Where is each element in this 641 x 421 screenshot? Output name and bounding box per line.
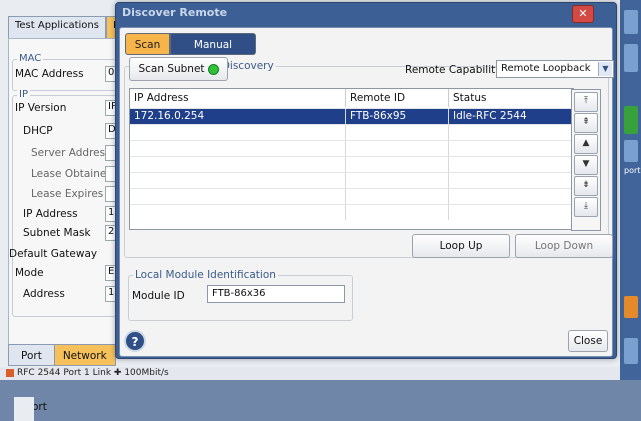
loop-up-button[interactable]: Loop Up: [412, 234, 510, 258]
cell-ip-address: 172.16.0.254: [130, 109, 346, 124]
empty-cell: [130, 205, 346, 220]
lease-obtained-label: Lease Obtained: [31, 168, 114, 180]
mac-group-label: MAC: [17, 53, 44, 64]
loop-down-button[interactable]: Loop Down: [515, 234, 613, 258]
empty-cell: [346, 157, 449, 172]
dialog-body: Scan Manual Selection Remote Modules Dis…: [119, 27, 614, 357]
remote-capability-select[interactable]: Remote Loopback ▼: [496, 60, 614, 78]
empty-cell: [346, 141, 449, 156]
right-port-label: port: [624, 166, 641, 175]
tab-test-applications[interactable]: Test Applications: [8, 16, 106, 38]
ip-group-label: IP: [17, 89, 30, 100]
gateway-address-label: Address: [23, 288, 65, 300]
empty-cell: [346, 205, 449, 220]
right-toolbar-button-2[interactable]: [624, 44, 638, 72]
scan-subnet-button[interactable]: Scan Subnet: [129, 57, 228, 81]
table-row-empty[interactable]: [130, 140, 571, 156]
lease-expires-label: Lease Expires: [31, 188, 104, 200]
empty-cell: [346, 189, 449, 204]
remote-modules-table: IP Address Remote ID Status 172.16.0.254…: [129, 88, 574, 230]
close-button[interactable]: Close: [568, 330, 608, 352]
status-text: RFC 2544 Port 1 Link ✚ 100Mbit/s: [17, 368, 169, 378]
right-toolbar-button-port[interactable]: [624, 140, 638, 162]
module-id-label: Module ID: [132, 290, 185, 302]
table-row-empty[interactable]: [130, 204, 571, 220]
table-row-empty[interactable]: [130, 156, 571, 172]
default-gateway-label: Default Gateway: [9, 248, 98, 260]
empty-cell: [130, 157, 346, 172]
network-settings-panel: MAC MAC Address 00 IP IP Version IP DHCP…: [8, 38, 123, 358]
empty-cell: [130, 173, 346, 188]
empty-cell: [130, 189, 346, 204]
empty-cell: [346, 125, 449, 140]
server-address-label: Server Address: [31, 147, 111, 159]
tab-port[interactable]: Port: [8, 344, 55, 366]
page-up-icon[interactable]: ⇞: [574, 113, 598, 133]
scroll-bottom-icon[interactable]: ⤓: [574, 197, 598, 217]
help-icon[interactable]: ?: [124, 330, 146, 352]
cell-status: Idle-RFC 2544: [453, 110, 527, 122]
cell-remote-id: FTB-86x95: [346, 109, 449, 124]
table-row[interactable]: 172.16.0.254 FTB-86x95 Idle-RFC 2544: [130, 108, 571, 124]
close-icon[interactable]: ✕: [572, 5, 594, 23]
module-id-field[interactable]: FTB-86x36: [207, 285, 345, 303]
column-header-status[interactable]: Status: [449, 89, 571, 107]
tab-network[interactable]: Network: [54, 344, 116, 366]
right-toolbar-button-1[interactable]: [624, 10, 638, 34]
scroll-down-icon[interactable]: ▼: [574, 155, 598, 175]
mode-label: Mode: [15, 267, 44, 279]
status-bar: RFC 2544 Port 1 Link ✚ 100Mbit/s: [0, 367, 641, 380]
tab-manual-selection[interactable]: Manual Selection: [170, 33, 256, 73]
scan-subnet-label: Scan Subnet: [138, 63, 205, 75]
table-row-empty[interactable]: [130, 172, 571, 188]
local-module-label: Local Module Identification: [133, 269, 278, 281]
mac-address-label: MAC Address: [15, 68, 84, 80]
column-header-ip-address[interactable]: IP Address: [130, 89, 346, 107]
tab-scan[interactable]: Scan: [125, 33, 170, 55]
table-scroll-controls: ⤒ ⇞ ▲ ▼ ⇟ ⤓: [571, 89, 601, 231]
scroll-top-icon[interactable]: ⤒: [574, 92, 598, 112]
ip-address-label: IP Address: [23, 208, 78, 220]
right-toolbar-button-camera[interactable]: [624, 338, 638, 364]
empty-cell: [346, 173, 449, 188]
dialog-title: Discover Remote: [122, 6, 228, 19]
right-toolbar-button-green[interactable]: [624, 106, 638, 134]
discover-remote-dialog: Discover Remote ✕ Scan Manual Selection …: [115, 2, 617, 359]
empty-cell: [130, 125, 346, 140]
empty-cell: [130, 141, 346, 156]
right-toolbar-button-orange[interactable]: [624, 296, 638, 318]
table-row-empty[interactable]: [130, 124, 571, 140]
bottom-tabs: Port Network: [8, 344, 116, 366]
status-led-icon: [207, 63, 219, 75]
test-status-icon: [6, 368, 14, 377]
page-down-icon[interactable]: ⇟: [574, 176, 598, 196]
ip-version-label: IP Version: [15, 102, 67, 114]
bottom-tabs-spacer: [14, 395, 34, 419]
remote-capability-value: Remote Loopback: [501, 63, 591, 74]
remote-capability-label: Remote Capability: [405, 64, 502, 76]
table-row-empty[interactable]: [130, 188, 571, 204]
scroll-up-icon[interactable]: ▲: [574, 134, 598, 154]
column-header-remote-id[interactable]: Remote ID: [346, 89, 449, 107]
dhcp-label: DHCP: [23, 125, 53, 137]
chevron-down-icon[interactable]: ▼: [598, 62, 612, 76]
subnet-mask-label: Subnet Mask: [23, 227, 91, 239]
